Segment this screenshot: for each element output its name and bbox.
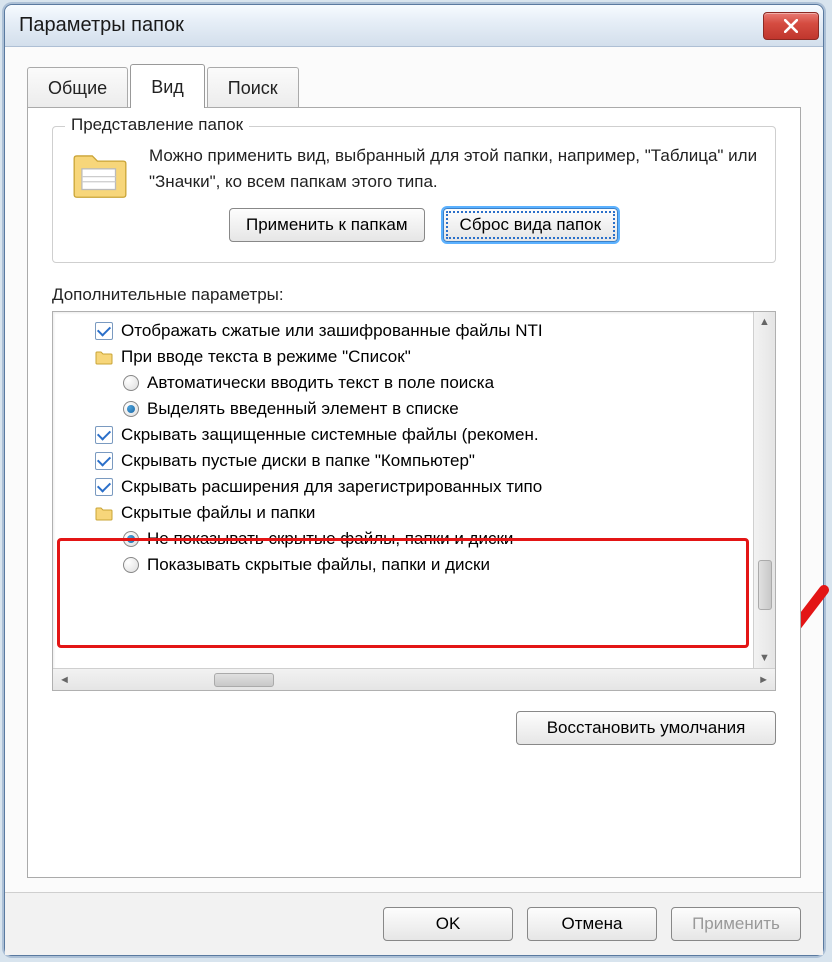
radio-icon[interactable] (123, 375, 139, 391)
folder-icon (95, 349, 113, 365)
setting-typing-auto[interactable]: Автоматически вводить текст в поле поиск… (61, 370, 753, 396)
scroll-up-icon[interactable]: ▲ (759, 314, 770, 330)
advanced-settings-list: Отображать сжатые или зашифрованные файл… (52, 311, 776, 691)
advanced-settings-label: Дополнительные параметры: (52, 285, 776, 305)
groupbox-description: Можно применить вид, выбранный для этой … (149, 143, 759, 194)
titlebar[interactable]: Параметры папок (5, 5, 823, 47)
setting-hidden-show[interactable]: Показывать скрытые файлы, папки и диски (61, 552, 753, 578)
setting-ntfs-compressed[interactable]: Отображать сжатые или зашифрованные файл… (61, 318, 753, 344)
folder-views-group: Представление папок Можно применить вид,… (52, 126, 776, 263)
scroll-thumb[interactable] (758, 560, 772, 610)
groupbox-title: Представление папок (65, 115, 249, 135)
radio-icon[interactable] (123, 557, 139, 573)
restore-defaults-button[interactable]: Восстановить умолчания (516, 711, 776, 745)
folder-options-dialog: Параметры папок Общие Вид Поиск Представ… (4, 4, 824, 956)
settings-tree: Отображать сжатые или зашифрованные файл… (53, 312, 753, 668)
tabs: Общие Вид Поиск (27, 63, 801, 107)
scroll-right-icon[interactable]: ► (754, 674, 773, 686)
folder-icon (69, 143, 131, 205)
folder-icon (95, 505, 113, 521)
checkbox-icon[interactable] (95, 322, 113, 340)
horizontal-scrollbar[interactable]: ◄ ► (53, 668, 775, 690)
tab-search[interactable]: Поиск (207, 67, 299, 107)
close-icon (784, 19, 798, 33)
setting-typing-group[interactable]: При вводе текста в режиме "Список" (61, 344, 753, 370)
ok-button[interactable]: OK (383, 907, 513, 941)
setting-hidden-dont-show[interactable]: Не показывать скрытые файлы, папки и дис… (61, 526, 753, 552)
scroll-left-icon[interactable]: ◄ (55, 674, 74, 686)
checkbox-icon[interactable] (95, 452, 113, 470)
setting-hide-extensions[interactable]: Скрывать расширения для зарегистрированн… (61, 474, 753, 500)
setting-hidden-files-group[interactable]: Скрытые файлы и папки (61, 500, 753, 526)
radio-icon[interactable] (123, 531, 139, 547)
apply-button[interactable]: Применить (671, 907, 801, 941)
checkbox-icon[interactable] (95, 478, 113, 496)
scroll-down-icon[interactable]: ▼ (759, 650, 770, 666)
tab-general[interactable]: Общие (27, 67, 128, 107)
tab-panel-view: Представление папок Можно применить вид,… (27, 107, 801, 878)
dialog-button-row: OK Отмена Применить (5, 892, 823, 955)
setting-typing-select[interactable]: Выделять введенный элемент в списке (61, 396, 753, 422)
scroll-thumb[interactable] (214, 673, 274, 687)
reset-folders-button[interactable]: Сброс вида папок (443, 208, 619, 242)
checkbox-icon[interactable] (95, 426, 113, 444)
tab-view[interactable]: Вид (130, 64, 205, 108)
vertical-scrollbar[interactable]: ▲ ▼ (753, 312, 775, 668)
setting-hide-protected[interactable]: Скрывать защищенные системные файлы (рек… (61, 422, 753, 448)
client-area: Общие Вид Поиск Представление папок Можн… (5, 47, 823, 892)
cancel-button[interactable]: Отмена (527, 907, 657, 941)
window-title: Параметры папок (19, 14, 184, 37)
apply-to-folders-button[interactable]: Применить к папкам (229, 208, 425, 242)
setting-hide-empty-drives[interactable]: Скрывать пустые диски в папке "Компьютер… (61, 448, 753, 474)
radio-icon[interactable] (123, 401, 139, 417)
close-button[interactable] (763, 12, 819, 40)
